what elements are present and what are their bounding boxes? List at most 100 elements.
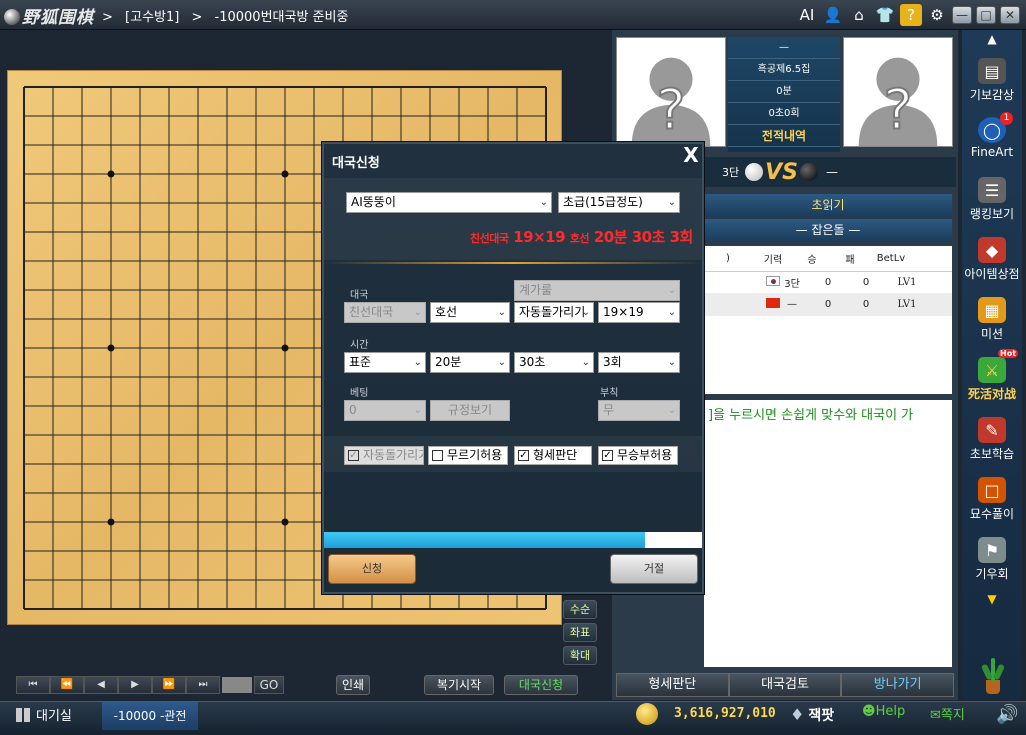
judge-checkbox[interactable]: ✓ 형세판단 xyxy=(514,446,592,465)
zoom-button[interactable]: 확대 xyxy=(563,646,597,665)
next-move-button[interactable]: ▶ xyxy=(118,676,152,694)
move-order-button[interactable]: 수순 xyxy=(563,600,597,619)
review-start-button[interactable]: 복기시작 xyxy=(424,675,494,695)
print-button[interactable]: 인쇄 xyxy=(336,675,370,695)
board-size-select[interactable]: 19×19 ⌄ xyxy=(598,302,680,323)
menu-mission[interactable]: ▦ 미션 xyxy=(962,297,1022,342)
leave-room-button[interactable]: 방나가기 xyxy=(841,673,955,697)
coordinates-button[interactable]: 좌표 xyxy=(563,623,597,642)
auto-color-checkbox[interactable]: ✓ 자동돌가리기 xyxy=(344,446,424,465)
byoyomi-select[interactable]: 30초 ⌄ xyxy=(514,352,594,373)
right-player-avatar[interactable]: ? xyxy=(843,37,953,147)
menu-label: 묘수풀이 xyxy=(969,507,1015,521)
count-rule-select[interactable]: 계가룰 ⌄ xyxy=(514,280,680,301)
tab-captured[interactable]: — 잡은돌 — xyxy=(704,219,952,242)
chevron-down-icon: ⌄ xyxy=(667,307,676,318)
home-icon[interactable]: ⌂ xyxy=(848,4,870,26)
board-size-value: 19×19 xyxy=(603,305,644,319)
menu-game-records[interactable]: ▤ 기보감상 xyxy=(962,58,1022,103)
col-betlv: BetLv xyxy=(876,253,906,264)
col-win: 승 xyxy=(807,255,817,266)
table-row[interactable]: — 0 0 LV1 xyxy=(704,294,952,316)
last-move-button[interactable]: ⏭ xyxy=(186,676,220,694)
left-player-rank: 3단 xyxy=(722,166,740,179)
prev-move-button[interactable]: ◀ xyxy=(84,676,118,694)
first-move-button[interactable]: ⏮ xyxy=(16,676,50,694)
bet-select[interactable]: 0 ⌄ xyxy=(344,400,426,421)
gear-icon[interactable]: ⚙ xyxy=(926,4,948,26)
envelope-icon: ✉ xyxy=(930,708,941,723)
challenge-button[interactable]: 대국신청 xyxy=(504,675,578,695)
time-mode-value: 표준 xyxy=(349,355,372,369)
menu-down-arrow-icon[interactable]: ▼ xyxy=(962,592,1022,606)
help-person-icon: ☻ xyxy=(862,704,876,719)
star-point xyxy=(281,518,289,526)
logo-ball-icon xyxy=(4,9,20,25)
rules-view-button[interactable]: 규정보기 xyxy=(430,400,510,421)
go-button[interactable]: GO xyxy=(254,676,284,694)
rule-select[interactable]: 무 ⌄ xyxy=(598,400,680,421)
apply-button[interactable]: 신청 xyxy=(328,554,416,584)
menu-ranking[interactable]: ☰ 랭킹보기 xyxy=(962,177,1022,222)
black-stone-icon xyxy=(800,163,818,181)
reject-button[interactable]: 거절 xyxy=(610,554,698,584)
request-progress-bar xyxy=(324,532,702,548)
menu-item-shop[interactable]: ◆ 아이템상점 xyxy=(962,237,1022,282)
ai-icon[interactable]: AI xyxy=(796,4,818,26)
forward-ten-button[interactable]: ⏩ xyxy=(152,676,186,694)
info-byoyomi: 0초0회 xyxy=(728,103,840,125)
speaker-icon[interactable]: 🔊 xyxy=(996,704,1018,725)
star-point xyxy=(107,518,115,526)
level-select[interactable]: 초급(15급정도) ⌄ xyxy=(558,192,680,213)
right-player-name: — xyxy=(826,165,838,179)
gem-icon: ◆ xyxy=(978,237,1006,263)
app-logo: 野狐围棋 xyxy=(4,3,94,28)
lobby-button[interactable]: 대기실 xyxy=(16,705,72,724)
vs-label: VS xyxy=(765,159,798,185)
move-number-input[interactable] xyxy=(222,677,252,693)
game-type-select[interactable]: 친선대국 ⌄ xyxy=(344,302,426,323)
chevron-down-icon: ⌄ xyxy=(497,357,506,368)
time-mode-select[interactable]: 표준 ⌄ xyxy=(344,352,426,373)
book-icon: ▤ xyxy=(978,58,1006,84)
chat-window[interactable]: ]을 누르시면 손쉽게 맞수와 대국이 가 xyxy=(704,400,952,667)
main-time-select[interactable]: 20분 ⌄ xyxy=(430,352,510,373)
game-review-button[interactable]: 대국검토 xyxy=(728,673,842,697)
help-button[interactable]: ☻Help xyxy=(862,704,905,719)
maximize-icon[interactable]: □ xyxy=(976,6,996,24)
svg-text:?: ? xyxy=(883,77,912,141)
handicap-select[interactable]: 호선 ⌄ xyxy=(430,302,510,323)
draw-allow-checkbox[interactable]: ✓ 무승부허용 xyxy=(598,446,678,465)
coins-icon xyxy=(636,703,658,729)
lobby-label: 대기실 xyxy=(36,709,72,724)
menu-life-death[interactable]: ⚔ 死活对战 Hot xyxy=(962,349,1022,402)
minimize-icon[interactable]: — xyxy=(952,6,972,24)
menu-fineart[interactable]: ◯ FineArt 1 xyxy=(962,112,1022,159)
opponent-select[interactable]: AI뚱뚱이 ⌄ xyxy=(346,192,552,213)
tab-observe[interactable]: -10000 -관전 xyxy=(102,702,198,730)
back-ten-button[interactable]: ⏪ xyxy=(50,676,84,694)
menu-club[interactable]: ⚑ 기우회 xyxy=(962,537,1022,582)
game-type-value: 친선대국 xyxy=(349,305,394,319)
record-link[interactable]: 전적내역 xyxy=(728,125,840,147)
judge-button[interactable]: 형세판단 xyxy=(616,673,729,697)
help-icon[interactable]: ? xyxy=(900,4,922,26)
menu-puzzles[interactable]: □ 묘수풀이 xyxy=(962,477,1022,522)
jackpot-button[interactable]: ♦ 잭팟 xyxy=(790,705,834,725)
menu-up-arrow-icon[interactable]: ▲ xyxy=(962,32,1022,46)
tab-byoyomi[interactable]: 초읽기 xyxy=(704,194,952,217)
left-player-avatar[interactable]: ? xyxy=(616,37,726,147)
table-row[interactable]: 3단 0 0 LV1 xyxy=(704,272,952,294)
message-button[interactable]: ✉쪽지 xyxy=(930,704,965,723)
person-icon[interactable]: 👤 xyxy=(822,4,844,26)
menu-beginner[interactable]: ✎ 초보학습 xyxy=(962,417,1022,462)
shirt-icon[interactable]: 👕 xyxy=(874,4,896,26)
close-icon[interactable]: X xyxy=(678,144,704,166)
color-rule-select[interactable]: 자동돌가리기 ⌄ xyxy=(514,302,594,323)
breadcrumb-room[interactable]: [고수방1] xyxy=(125,10,179,25)
undo-allow-checkbox[interactable]: 무르기허용 xyxy=(428,446,508,465)
periods-select[interactable]: 3회 ⌄ xyxy=(598,352,680,373)
row-win: 0 xyxy=(824,299,832,310)
dialog-divider xyxy=(324,262,702,264)
close-icon[interactable]: ✕ xyxy=(1000,6,1020,24)
